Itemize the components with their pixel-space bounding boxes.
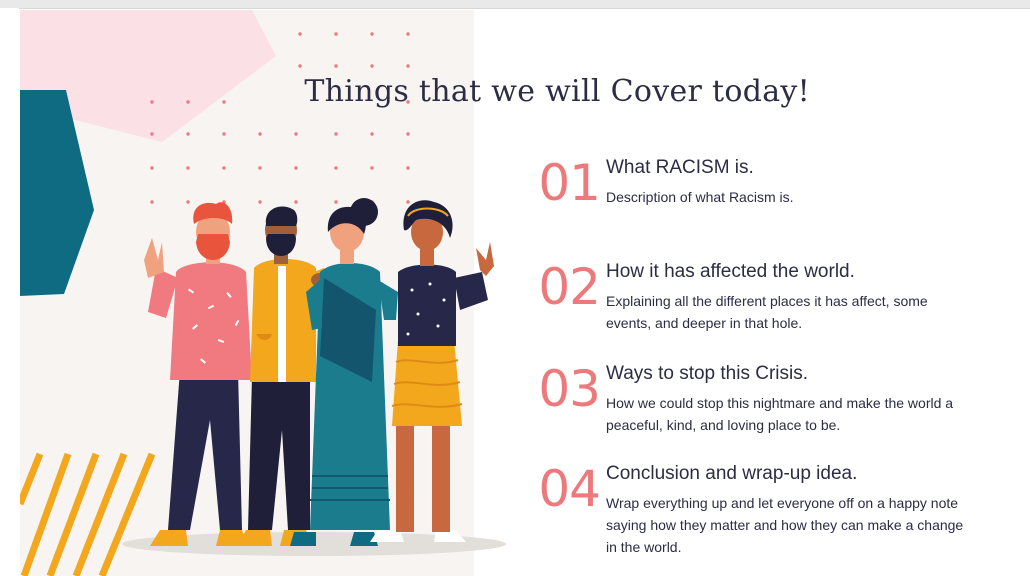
agenda-text-1: What RACISM is. Description of what Raci… [606, 156, 966, 208]
agenda-description-4: Wrap everything up and let everyone off … [606, 495, 964, 555]
agenda-description-1: Description of what Racism is. [606, 189, 794, 205]
editor-top-bar [0, 0, 1030, 9]
slide-canvas[interactable]: Things that we will Cover today! 01 What… [20, 10, 1030, 576]
agenda-number-1: 01 [538, 154, 601, 212]
agenda-description-2: Explaining all the different places it h… [606, 293, 928, 331]
yellow-stripes [20, 452, 156, 576]
agenda-heading-2: How it has affected the world. [606, 261, 855, 282]
person-red-hair [144, 202, 252, 546]
person-curly-hair [370, 200, 494, 542]
agenda-text-3: Ways to stop this Crisis. How we could s… [606, 362, 966, 436]
agenda-description-3: How we could stop this nightmare and mak… [606, 395, 954, 433]
slide-title[interactable]: Things that we will Cover today! [20, 74, 810, 109]
agenda-heading-4: Conclusion and wrap-up idea. [606, 463, 858, 484]
agenda-heading-1: What RACISM is. [606, 157, 754, 178]
agenda-text-4: Conclusion and wrap-up idea. Wrap everyt… [606, 462, 966, 558]
agenda-number-2: 02 [538, 258, 601, 316]
editor-left-gutter [0, 8, 19, 576]
agenda-heading-3: Ways to stop this Crisis. [606, 363, 809, 384]
agenda-number-3: 03 [538, 360, 601, 418]
agenda-number-4: 04 [538, 460, 601, 518]
agenda-text-2: How it has affected the world. Explainin… [606, 260, 966, 334]
